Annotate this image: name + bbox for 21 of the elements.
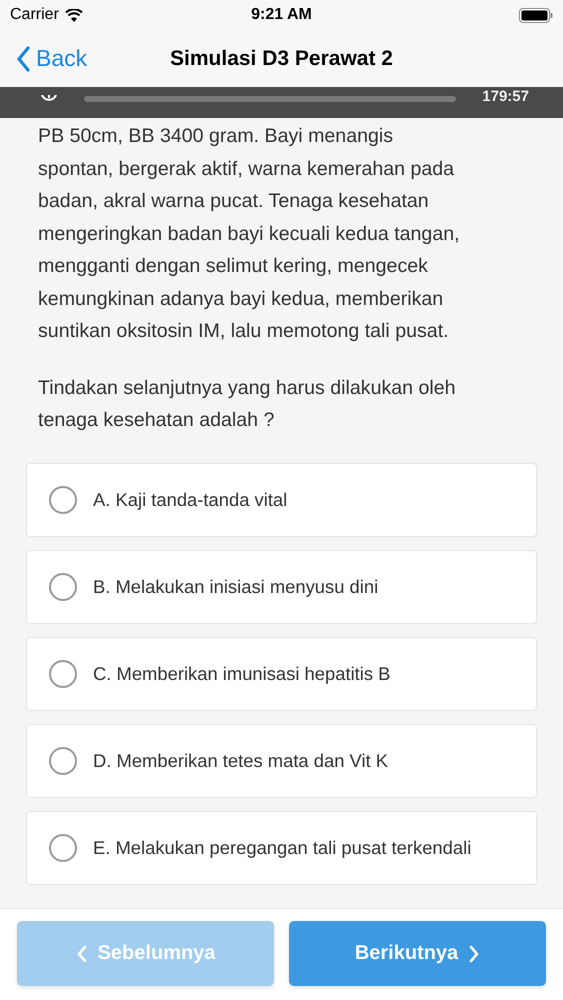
radio-button[interactable] xyxy=(49,834,77,862)
answer-option[interactable]: B. Melakukan inisiasi menyusu dini xyxy=(26,550,537,624)
radio-button[interactable] xyxy=(49,746,77,774)
chevron-icon xyxy=(16,46,30,72)
screen-title: Simulasi D3 Perawat 2 xyxy=(170,47,393,71)
carrier-label: Carrier xyxy=(10,6,59,24)
status-time: 9:21 AM xyxy=(251,6,312,24)
chevron-icon xyxy=(76,944,88,962)
question-text: Tindakan selanjutnya yang harus dilakukan oleh tenaga kesehatan adalah ? xyxy=(38,376,457,433)
battery-icon xyxy=(519,8,553,22)
answer-option[interactable]: C. Memberikan imunisasi hepatitis B xyxy=(26,636,537,710)
radio-button[interactable] xyxy=(49,660,77,688)
timer-text: 179:57 xyxy=(482,88,529,105)
radio-button[interactable] xyxy=(49,572,77,600)
answer-option[interactable]: D. Memberikan tetes mata dan Vit K xyxy=(26,724,537,798)
chevron-icon xyxy=(468,944,480,962)
question-passage: PB 50cm, BB 3400 gram. Bayi menangis spontan, bergerak aktif, warna kemerahan pada badan, akral warna pucat. Tenaga kesehatan mengeringkan badan bayi kecuali kedua tangan, mengganti dengan selimut kering, mengecek kemungkinan adanya bayi kedua, memberikan suntikan oksitosin IM, lalu memotong tali pusat. xyxy=(38,124,461,344)
answer-option[interactable]: A. Kaji tanda-tanda vital xyxy=(26,462,537,536)
answer-option[interactable]: E. Melakukan peregangan tali pusat terkendali xyxy=(26,810,537,884)
wifi-icon xyxy=(64,8,83,22)
radio-button[interactable] xyxy=(49,486,77,514)
